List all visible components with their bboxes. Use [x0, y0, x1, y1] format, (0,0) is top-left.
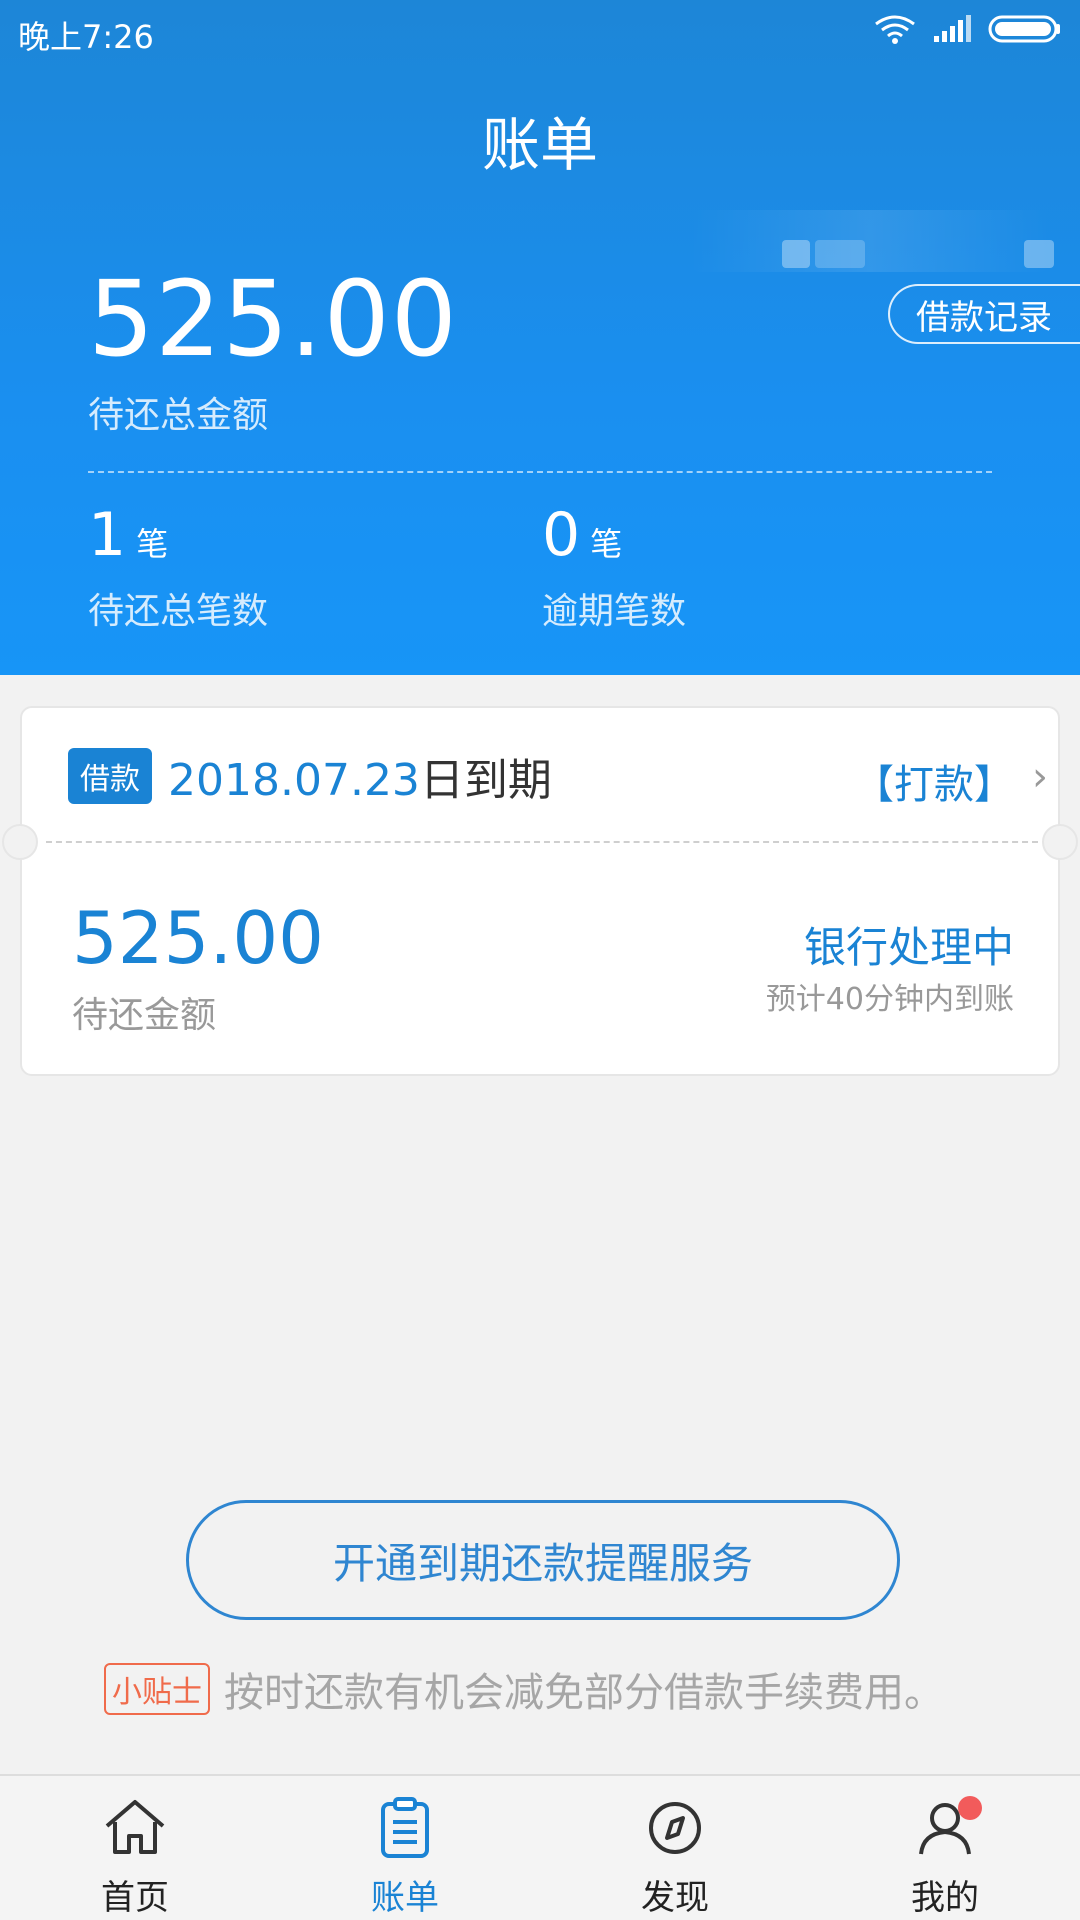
- overdue-count: 0: [542, 500, 581, 570]
- overdue-unit: 笔: [590, 525, 623, 563]
- wifi-icon: [875, 15, 915, 44]
- total-amount: 525.00: [88, 258, 458, 380]
- total-amount-label: 待还总金额: [88, 395, 269, 436]
- tip-badge: 小贴士: [104, 1663, 210, 1715]
- due-date: 2018.07.23日到期: [168, 744, 552, 808]
- card-amount-label: 待还金额: [72, 995, 217, 1036]
- pending-count-stat: 1笔 待还总笔数: [88, 500, 268, 634]
- bill-icon: [381, 1797, 429, 1858]
- loan-card[interactable]: 借款 2018.07.23日到期 【打款】 › 525.00 待还金额 银行处理…: [2, 706, 1078, 1076]
- enable-reminder-button[interactable]: 开通到期还款提醒服务: [186, 1500, 900, 1620]
- pending-count-label: 待还总笔数: [88, 591, 269, 632]
- pending-unit: 笔: [136, 525, 169, 563]
- nav-item-discover[interactable]: 发现: [540, 1776, 810, 1920]
- nav-label-home: 首页: [101, 1878, 169, 1918]
- card-notch-right: [1042, 824, 1078, 860]
- page-title: 账单: [481, 111, 598, 179]
- masked-info: [690, 210, 1050, 272]
- nav-label-mine: 我的: [911, 1878, 979, 1918]
- processing-status: 银行处理中: [803, 923, 1014, 972]
- due-suffix: 日到期: [419, 755, 552, 806]
- signal-icon: [934, 15, 971, 42]
- card-notch-left: [2, 824, 38, 860]
- card-amount: 525.00: [72, 896, 324, 980]
- tip-row: 小贴士 按时还款有机会减免部分借款手续费用。: [104, 1660, 944, 1718]
- nav-item-home[interactable]: 首页: [0, 1776, 270, 1920]
- nav-label-discover: 发现: [641, 1878, 709, 1918]
- card-divider: [46, 841, 1038, 843]
- loan-badge: 借款: [68, 748, 152, 804]
- overdue-count-stat: 0笔 逾期笔数: [542, 500, 686, 634]
- overdue-count-label: 逾期笔数: [542, 591, 687, 632]
- status-icons: [874, 14, 1062, 44]
- home-icon: [105, 1800, 165, 1854]
- nav-label-bill: 账单: [371, 1878, 439, 1918]
- battery-icon: [988, 15, 1060, 43]
- masked-block: [815, 240, 865, 268]
- bottom-nav: 首页 账单 发现 我的: [0, 1774, 1080, 1920]
- loan-record-button[interactable]: 借款记录: [888, 284, 1080, 344]
- divider: [88, 471, 992, 473]
- card-header: 借款 2018.07.23日到期 【打款】 ›: [22, 708, 1058, 843]
- nav-item-bill[interactable]: 账单: [270, 1776, 540, 1920]
- due-date-value: 2018.07.23: [168, 755, 420, 806]
- status-bar: 晚上7:26: [0, 0, 1080, 62]
- compass-icon: [649, 1802, 701, 1854]
- nav-item-mine[interactable]: 我的: [810, 1776, 1080, 1920]
- notification-dot: [958, 1796, 982, 1820]
- pay-link[interactable]: 【打款】: [854, 752, 1014, 810]
- masked-block: [782, 240, 810, 268]
- pending-count: 1: [88, 500, 127, 570]
- tip-text: 按时还款有机会减免部分借款手续费用。: [224, 1670, 944, 1716]
- masked-block: [1024, 240, 1054, 268]
- chevron-right-icon[interactable]: ›: [1032, 754, 1048, 800]
- header: 晚上7:26 账单 525.00 待还总金额 借款记录 1 笔 待还总笔数 0 …: [0, 0, 1080, 675]
- processing-eta: 预计40分钟内到账: [765, 982, 1014, 1017]
- status-time: 晚上7:26: [18, 18, 154, 56]
